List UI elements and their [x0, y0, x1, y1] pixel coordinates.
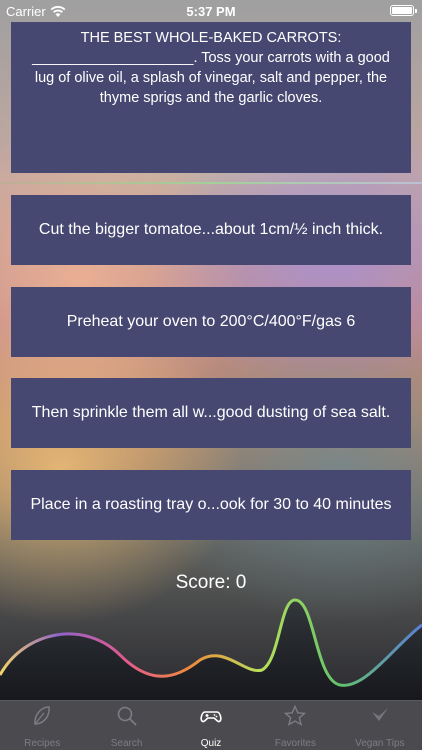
question-title: THE BEST WHOLE-BAKED CARROTS: [80, 30, 342, 46]
tab-bar: Recipes Search Quiz Favorites Vegan Tips [0, 700, 422, 750]
answer-option-1[interactable]: Cut the bigger tomatoe...about 1cm/½ inc… [11, 195, 411, 265]
battery-icon [390, 5, 417, 16]
status-bar: Carrier 5:37 PM [0, 0, 422, 22]
tab-search-label: Search [110, 738, 143, 749]
tab-vegan-tips-label: Vegan Tips [355, 738, 405, 749]
star-icon [284, 704, 307, 726]
tab-vegan-tips[interactable]: Vegan Tips [338, 701, 422, 750]
checkmark-icon [371, 708, 388, 721]
decorative-wave [0, 598, 422, 700]
tab-quiz[interactable]: Quiz [169, 701, 253, 750]
tab-favorites[interactable]: Favorites [253, 701, 337, 750]
tab-quiz-label: Quiz [200, 738, 222, 749]
divider-line [0, 182, 422, 184]
answer-option-4[interactable]: Place in a roasting tray o...ook for 30 … [11, 470, 411, 540]
tab-recipes[interactable]: Recipes [0, 701, 84, 750]
tab-favorites-label: Favorites [274, 738, 316, 749]
answer-option-2[interactable]: Preheat your oven to 200°C/400°F/gas 6 [11, 287, 411, 357]
search-icon [117, 706, 137, 726]
question-text: ____________________. Toss your carrots … [32, 50, 390, 106]
tab-search[interactable]: Search [84, 701, 168, 750]
gamepad-icon [200, 711, 222, 723]
answer-option-3[interactable]: Then sprinkle them all w...good dusting … [11, 378, 411, 448]
tab-recipes-label: Recipes [24, 738, 61, 749]
clock: 5:37 PM [186, 4, 236, 19]
question-card: THE BEST WHOLE-BAKED CARROTS: __________… [11, 22, 411, 173]
leaf-icon [34, 706, 51, 725]
